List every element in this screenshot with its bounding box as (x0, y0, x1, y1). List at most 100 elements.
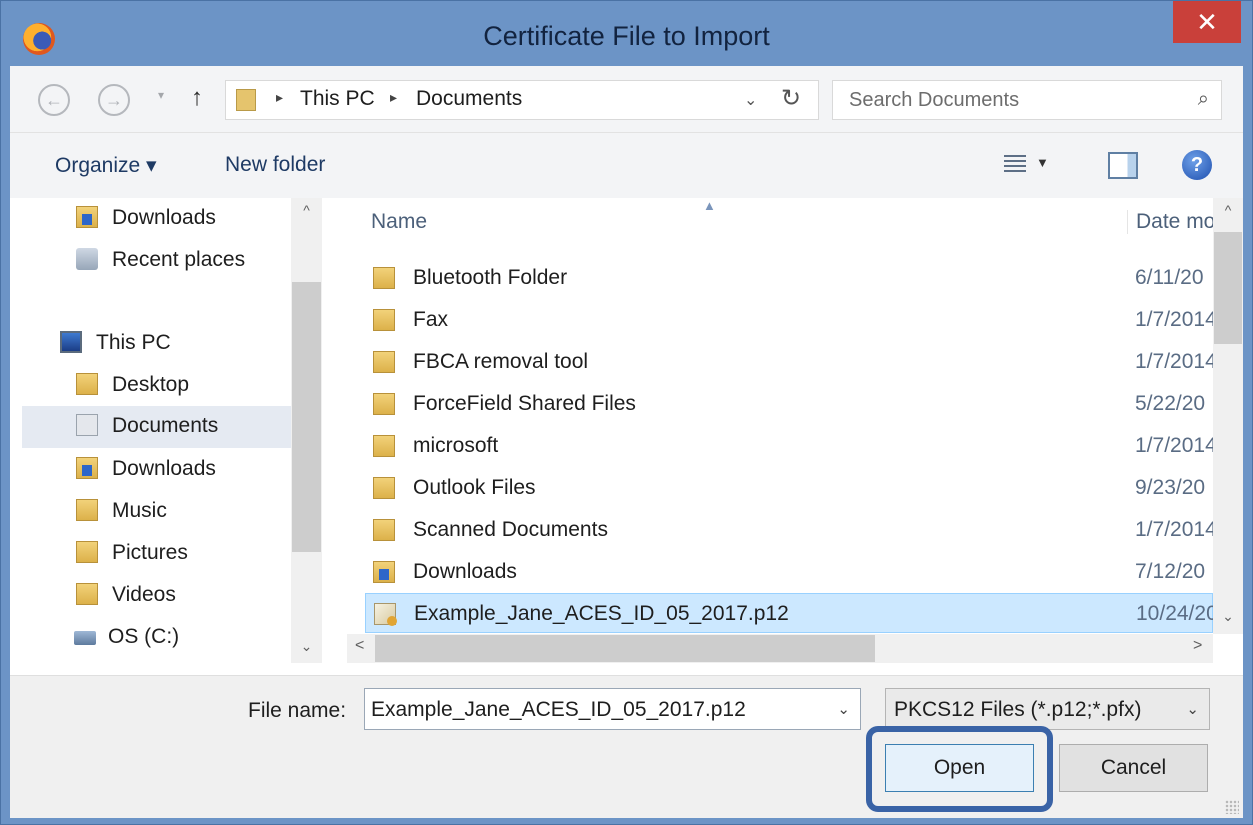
chevron-down-icon[interactable]: ⌄ (1186, 700, 1199, 718)
file-row[interactable]: Fax 1/7/2014 (365, 300, 1213, 340)
sidebar-item-label: Pictures (112, 541, 188, 564)
title-bar[interactable]: Certificate File to Import ✕ (1, 1, 1252, 71)
breadcrumb-separator[interactable]: ▸ (390, 89, 397, 106)
file-dialog-window: Certificate File to Import ✕ ← → ▾ ↑ ▸ T… (0, 0, 1253, 825)
sidebar-item-music[interactable]: Music (10, 493, 291, 531)
sort-ascending-icon: ▲ (703, 198, 716, 213)
pane-divider (10, 663, 1243, 675)
scroll-up-arrow[interactable]: ^ (291, 202, 322, 218)
scroll-up-arrow[interactable]: ^ (1213, 202, 1243, 218)
file-date: 9/23/20 (1135, 476, 1206, 499)
breadcrumb-separator[interactable]: ▸ (276, 89, 283, 106)
file-list-horizontal-scrollbar[interactable]: < > (347, 634, 1213, 663)
folder-icon (373, 393, 395, 415)
file-row[interactable]: ForceField Shared Files 5/22/20 (365, 384, 1213, 424)
search-box[interactable]: Search Documents ⌕ (832, 80, 1222, 120)
column-header-name[interactable]: Name (371, 210, 427, 234)
recent-locations-dropdown[interactable]: ▾ (158, 88, 164, 102)
folder-icon (373, 351, 395, 373)
file-list: ▲ Name Date mo Bluetooth Folder 6/11/20 … (347, 198, 1243, 663)
scroll-down-arrow[interactable]: ⌄ (291, 638, 322, 655)
folder-icon (373, 519, 395, 541)
help-icon[interactable]: ? (1182, 150, 1212, 180)
file-name-field[interactable]: Example_Jane_ACES_ID_05_2017.p12 ⌄ (364, 688, 861, 730)
scroll-down-arrow[interactable]: ⌄ (1213, 608, 1243, 625)
address-bar[interactable]: ▸ This PC ▸ Documents ⌄ ↻ (225, 80, 819, 120)
sidebar-item-label: Documents (112, 414, 219, 437)
scrollbar-thumb[interactable] (1214, 232, 1242, 344)
sidebar-item-label: Videos (112, 583, 176, 606)
scroll-right-arrow[interactable]: > (1193, 637, 1202, 655)
file-type-value[interactable]: PKCS12 Files (*.p12;*.pfx) (894, 698, 1141, 722)
sidebar-item-label: Desktop (112, 373, 190, 396)
folder-icon (236, 89, 256, 111)
sidebar-item-this-pc[interactable]: This PC (10, 325, 291, 363)
up-button[interactable]: ↑ (191, 84, 203, 112)
file-name-value[interactable]: Example_Jane_ACES_ID_05_2017.p12 (371, 698, 746, 722)
music-icon (76, 499, 98, 521)
certificate-file-icon (374, 603, 397, 626)
file-date: 1/7/2014 (1135, 434, 1213, 457)
file-row[interactable]: Bluetooth Folder 6/11/20 (365, 258, 1213, 298)
file-selection-panel: File name: Example_Jane_ACES_ID_05_2017.… (10, 675, 1243, 818)
scroll-left-arrow[interactable]: < (355, 637, 364, 655)
breadcrumb-documents[interactable]: Documents (416, 87, 522, 111)
navigation-pane: Downloads Recent places This PC Desktop … (10, 198, 332, 663)
sidebar-item-downloads[interactable]: Downloads (10, 200, 291, 238)
sidebar-item-label: OS (C:) (108, 625, 180, 648)
folder-icon (373, 267, 395, 289)
sidebar-item-downloads[interactable]: Downloads (10, 451, 291, 489)
sidebar-item-label: This PC (96, 331, 171, 354)
file-date: 6/11/20 (1135, 266, 1204, 289)
folder-icon (373, 435, 395, 457)
file-row-selected[interactable]: Example_Jane_ACES_ID_05_2017.p12 10/24/2… (365, 593, 1214, 633)
file-name: Fax (413, 308, 449, 331)
dialog-body: ← → ▾ ↑ ▸ This PC ▸ Documents ⌄ ↻ Search… (10, 66, 1243, 818)
file-row[interactable]: FBCA removal tool 1/7/2014 (365, 342, 1213, 382)
file-type-select[interactable]: PKCS12 Files (*.p12;*.pfx) ⌄ (885, 688, 1210, 730)
file-name: Downloads (413, 560, 517, 583)
scrollbar-thumb[interactable] (292, 282, 321, 552)
file-row[interactable]: microsoft 1/7/2014 (365, 426, 1213, 466)
new-folder-button[interactable]: New folder (225, 153, 325, 177)
file-name: FBCA removal tool (413, 350, 589, 373)
sidebar-item-pictures[interactable]: Pictures (10, 535, 291, 573)
file-list-vertical-scrollbar[interactable]: ^ ⌄ (1213, 198, 1243, 634)
drive-icon (74, 631, 96, 645)
sidebar-item-documents[interactable]: Documents (22, 406, 291, 448)
address-dropdown[interactable]: ⌄ (744, 90, 757, 110)
navigation-scrollbar[interactable]: ^ ⌄ (291, 198, 322, 663)
resize-grip-icon[interactable] (1225, 800, 1239, 814)
file-row[interactable]: Scanned Documents 1/7/2014 (365, 510, 1213, 550)
back-button[interactable]: ← (38, 84, 70, 116)
cancel-button[interactable]: Cancel (1059, 744, 1208, 792)
sidebar-item-label: Recent places (112, 248, 246, 271)
sidebar-item-recent-places[interactable]: Recent places (10, 242, 291, 280)
column-header-date-modified[interactable]: Date mo (1127, 210, 1213, 234)
scrollbar-thumb[interactable] (375, 635, 875, 662)
close-button[interactable]: ✕ (1173, 1, 1241, 43)
search-icon[interactable]: ⌕ (1198, 88, 1209, 111)
file-row[interactable]: Downloads 7/12/20 (365, 552, 1213, 592)
file-name-label: File name: (248, 699, 347, 722)
file-name: Scanned Documents (413, 518, 608, 541)
chevron-down-icon[interactable]: ⌄ (837, 700, 850, 718)
file-name: microsoft (413, 434, 499, 457)
view-options-icon[interactable] (1004, 155, 1026, 175)
search-input[interactable]: Search Documents (849, 89, 1019, 112)
downloads-icon (76, 457, 98, 479)
breadcrumb-this-pc[interactable]: This PC (300, 87, 375, 111)
view-dropdown-icon[interactable]: ▼ (1036, 155, 1049, 170)
desktop-icon (76, 373, 98, 395)
refresh-icon[interactable]: ↻ (781, 84, 801, 113)
address-row: ← → ▾ ↑ ▸ This PC ▸ Documents ⌄ ↻ Search… (10, 66, 1243, 132)
organize-button[interactable]: Organize ▾ (55, 153, 157, 178)
sidebar-item-os-c[interactable]: OS (C:) (10, 619, 291, 657)
file-row[interactable]: Outlook Files 9/23/20 (365, 468, 1213, 508)
downloads-icon (76, 206, 98, 228)
open-button-highlight (866, 726, 1053, 812)
sidebar-item-desktop[interactable]: Desktop (10, 367, 291, 405)
sidebar-item-videos[interactable]: Videos (10, 577, 291, 615)
preview-pane-icon[interactable] (1108, 152, 1138, 179)
forward-button[interactable]: → (98, 84, 130, 116)
